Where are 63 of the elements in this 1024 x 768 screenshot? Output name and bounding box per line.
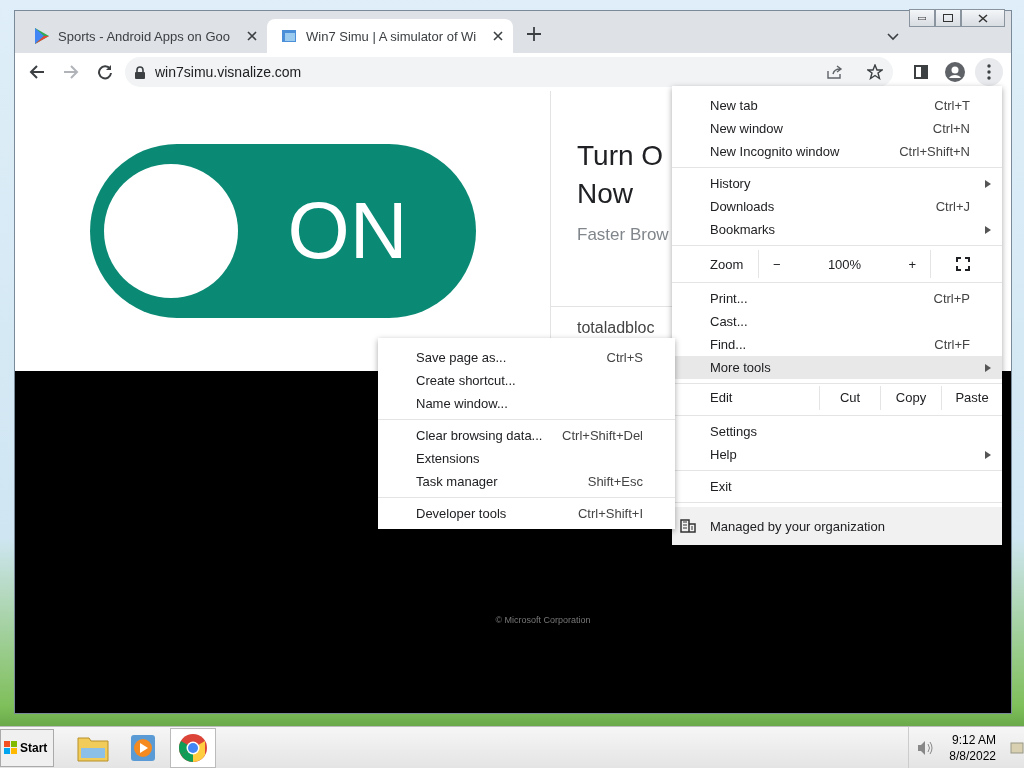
menu-item[interactable]: Cast...: [672, 310, 1002, 333]
menu-item[interactable]: Print... Ctrl+P: [672, 287, 1002, 310]
play-triangle-icon: [35, 28, 49, 44]
star-icon[interactable]: [867, 64, 883, 80]
menu-item[interactable]: Task manager Shift+Esc: [378, 470, 675, 493]
menu-item[interactable]: Downloads Ctrl+J: [672, 195, 1002, 218]
menu-item[interactable]: Help: [672, 443, 1002, 466]
chrome-logo-icon: [178, 732, 208, 763]
close-icon[interactable]: [493, 31, 503, 41]
submenu-arrow-icon: [985, 225, 991, 234]
zoom-label: Zoom: [710, 256, 745, 272]
menu-item[interactable]: Bookmarks: [672, 218, 1002, 241]
lock-icon: [135, 65, 145, 79]
menu-item[interactable]: Clear browsing data... Ctrl+Shift+Del: [378, 424, 675, 447]
copyright-text: © Microsoft Corporation: [495, 615, 591, 625]
menu-item[interactable]: History: [672, 172, 1002, 195]
card-subtitle: Faster Brow: [577, 225, 669, 245]
fullscreen-icon[interactable]: [955, 257, 970, 271]
submenu-arrow-icon: [985, 363, 991, 372]
menu-item[interactable]: Developer tools Ctrl+Shift+I: [378, 502, 675, 525]
card-footer: totaladbloc: [577, 319, 655, 337]
clock[interactable]: 9:12 AM 8/8/2022: [949, 731, 996, 764]
submenu-arrow-icon: [985, 179, 991, 188]
media-player-icon: [130, 733, 156, 762]
edit-action-button[interactable]: Copy: [880, 385, 941, 410]
menu-item[interactable]: Name window...: [378, 392, 675, 415]
zoom-in-button[interactable]: +: [894, 256, 930, 272]
menu-item[interactable]: New Incognito window Ctrl+Shift+N: [672, 140, 1002, 163]
address-bar[interactable]: win7simu.visnalize.com: [125, 57, 893, 87]
edit-action-button[interactable]: Paste: [941, 385, 1002, 410]
menu-item[interactable]: Exit: [672, 475, 1002, 498]
menu-item[interactable]: Create shortcut...: [378, 369, 675, 392]
maximize-icon: [943, 14, 953, 22]
menu-item[interactable]: New tab Ctrl+T: [672, 94, 1002, 117]
windows-logo-icon: [4, 740, 18, 755]
chevron-down-icon[interactable]: [887, 33, 899, 41]
menu-item[interactable]: More tools: [672, 356, 1002, 379]
browser-tab[interactable]: Sports - Android Apps on Goo: [21, 19, 267, 53]
maximize-button[interactable]: [935, 9, 961, 27]
menu-item[interactable]: Settings: [672, 420, 1002, 443]
building-icon: [680, 519, 696, 533]
menu-item[interactable]: Save page as... Ctrl+S: [378, 346, 675, 369]
close-icon: [978, 13, 988, 23]
minimize-icon: [918, 16, 926, 20]
zoom-value: 100%: [827, 256, 862, 272]
edit-action-button[interactable]: Cut: [819, 385, 880, 410]
menu-item[interactable]: Find... Ctrl+F: [672, 333, 1002, 356]
share-icon[interactable]: [827, 65, 843, 79]
edit-label: Edit: [710, 390, 734, 405]
close-icon[interactable]: [247, 31, 257, 41]
taskbar-app[interactable]: [170, 727, 216, 768]
zoom-out-button[interactable]: −: [759, 256, 795, 272]
menu-item[interactable]: New window Ctrl+N: [672, 117, 1002, 140]
plus-icon[interactable]: [527, 27, 541, 41]
volume-icon[interactable]: [917, 739, 936, 756]
start-button[interactable]: Start: [0, 728, 54, 767]
menu-icon[interactable]: [975, 58, 1003, 86]
menu-item[interactable]: Extensions: [378, 447, 675, 470]
card-heading: Turn O Now: [577, 139, 664, 211]
browser-tab[interactable]: Win7 Simu | A simulator of Wi: [267, 19, 513, 53]
window-logo-icon: [281, 29, 297, 43]
submenu-arrow-icon: [985, 450, 991, 459]
close-button[interactable]: [961, 9, 1005, 27]
